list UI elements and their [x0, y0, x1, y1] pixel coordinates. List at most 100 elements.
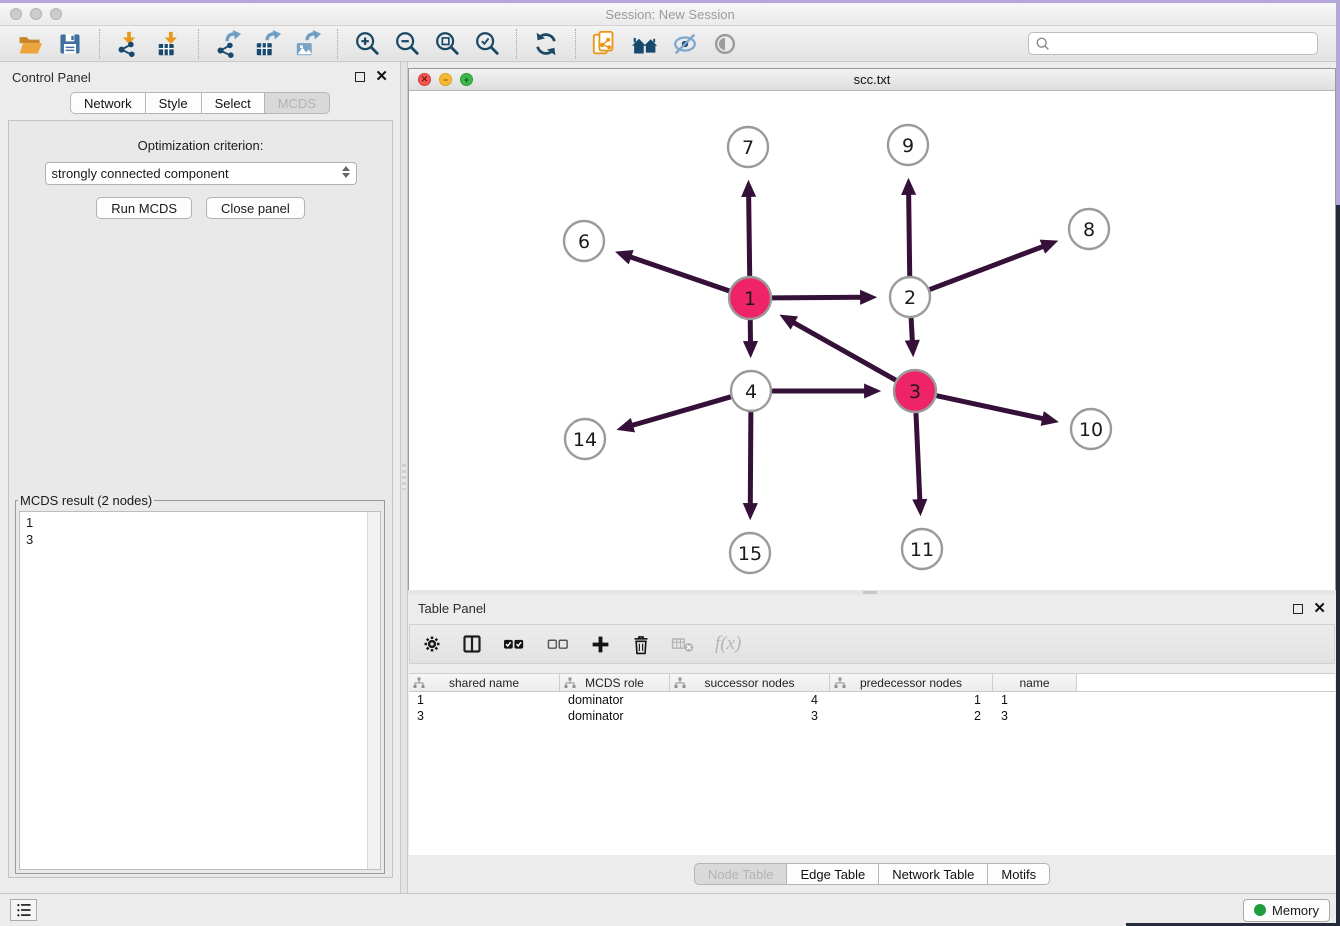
import-network-icon[interactable] — [112, 29, 146, 59]
delete-columns-icon[interactable] — [631, 634, 651, 655]
hide-selected-icon[interactable] — [668, 29, 702, 59]
table-cell[interactable]: 3 — [409, 708, 560, 724]
import-table-icon[interactable] — [152, 29, 186, 59]
graph-node-6[interactable]: 6 — [564, 221, 604, 261]
float-panel-icon[interactable] — [1293, 604, 1303, 614]
graph-edge-3-10[interactable] — [937, 396, 1044, 419]
tab-node-table[interactable]: Node Table — [694, 863, 788, 885]
tab-network[interactable]: Network — [70, 92, 146, 114]
table-cell[interactable]: 2 — [830, 708, 993, 724]
tab-select[interactable]: Select — [202, 92, 265, 114]
network-close-button[interactable]: ✕ — [418, 73, 431, 86]
graph-node-label: 3 — [909, 381, 921, 403]
graph-node-14[interactable]: 14 — [565, 419, 605, 459]
run-mcds-button[interactable]: Run MCDS — [96, 197, 192, 219]
zoom-fit-icon[interactable] — [430, 29, 464, 59]
graph-edge-1-6[interactable] — [630, 257, 729, 291]
search-input[interactable] — [1051, 36, 1311, 52]
table-cell[interactable]: 1 — [830, 692, 993, 708]
table-row[interactable]: 3dominator323 — [409, 708, 1335, 724]
graph-node-2[interactable]: 2 — [890, 277, 930, 317]
network-canvas[interactable]: 7 9 6 8 1 2 4 3 14 10 15 11 — [409, 91, 1335, 590]
column-header-name[interactable]: name — [993, 674, 1077, 691]
tab-motifs[interactable]: Motifs — [988, 863, 1050, 885]
refresh-icon[interactable] — [529, 29, 563, 59]
column-header-MCDS-role[interactable]: MCDS role — [560, 674, 670, 691]
export-network-icon[interactable] — [211, 29, 245, 59]
tree-icon — [564, 677, 576, 689]
table-cell[interactable]: 3 — [670, 708, 830, 724]
tab-edge-table[interactable]: Edge Table — [787, 863, 879, 885]
new-network-from-selection-icon[interactable] — [588, 29, 622, 59]
table-cell[interactable]: dominator — [560, 708, 670, 724]
graph-edge-3-11[interactable] — [916, 413, 920, 500]
graph-edge-2-3[interactable] — [911, 318, 912, 341]
graph-edge-2-9[interactable] — [909, 194, 910, 276]
tab-style[interactable]: Style — [146, 92, 202, 114]
task-history-button[interactable] — [10, 899, 37, 921]
column-header-shared-name[interactable]: shared name — [409, 674, 560, 691]
chevron-up-down-icon — [342, 166, 350, 178]
graph-node-label: 11 — [910, 539, 934, 561]
table-cell[interactable]: 1 — [409, 692, 560, 708]
graph-node-1[interactable]: 1 — [729, 277, 771, 319]
zoom-selected-icon[interactable] — [470, 29, 504, 59]
network-window-titlebar[interactable]: ✕ − + scc.txt — [409, 69, 1335, 91]
table-cell[interactable]: 1 — [993, 692, 1077, 708]
table-options-icon[interactable] — [422, 634, 442, 654]
float-panel-icon[interactable] — [355, 72, 365, 82]
mcds-result-list[interactable]: 1 3 — [19, 511, 381, 870]
graph-node-10[interactable]: 10 — [1071, 409, 1111, 449]
save-session-icon[interactable] — [53, 29, 87, 59]
graph-node-4[interactable]: 4 — [731, 371, 771, 411]
column-header-successor-nodes[interactable]: successor nodes — [670, 674, 830, 691]
table-cell[interactable]: 4 — [670, 692, 830, 708]
graph-node-9[interactable]: 9 — [888, 125, 928, 165]
tab-mcds[interactable]: MCDS — [265, 92, 330, 114]
close-panel-button[interactable]: Close panel — [206, 197, 305, 219]
close-panel-icon[interactable]: ✕ — [1313, 604, 1326, 614]
add-column-icon[interactable] — [590, 634, 611, 655]
network-maximize-button[interactable]: + — [460, 73, 473, 86]
unselect-all-columns-icon[interactable] — [546, 634, 570, 654]
graph-node-8[interactable]: 8 — [1069, 209, 1109, 249]
graph-edge-1-7[interactable] — [749, 196, 750, 276]
graph-edge-4-14[interactable] — [632, 397, 731, 426]
table-cell[interactable]: dominator — [560, 692, 670, 708]
graph-node-15[interactable]: 15 — [730, 533, 770, 573]
zoom-out-icon[interactable] — [390, 29, 424, 59]
table-row[interactable]: 1dominator411 — [409, 692, 1335, 708]
home-icon[interactable] — [628, 29, 662, 59]
show-all-icon[interactable] — [708, 29, 742, 59]
zoom-in-icon[interactable] — [350, 29, 384, 59]
graph-node-label: 9 — [902, 135, 914, 157]
criterion-dropdown[interactable]: strongly connected component — [45, 162, 357, 185]
memory-button[interactable]: Memory — [1243, 899, 1330, 922]
export-image-icon[interactable] — [291, 29, 325, 59]
graph-edge-3-1[interactable] — [794, 323, 896, 381]
graph-node-11[interactable]: 11 — [902, 529, 942, 569]
tab-network-table[interactable]: Network Table — [879, 863, 988, 885]
column-header-predecessor-nodes[interactable]: predecessor nodes — [830, 674, 993, 691]
network-minimize-button[interactable]: − — [439, 73, 452, 86]
control-panel-header: Control Panel ✕ — [0, 62, 400, 92]
export-table-icon[interactable] — [251, 29, 285, 59]
splitter-grip[interactable] — [863, 591, 877, 594]
show-columns-icon[interactable] — [462, 634, 482, 654]
vertical-splitter[interactable] — [400, 62, 408, 893]
graph-edge-4-15[interactable] — [750, 412, 751, 504]
graph-edge-2-8[interactable] — [930, 246, 1044, 289]
result-scrollbar[interactable] — [367, 512, 380, 869]
delete-table-icon[interactable] — [671, 634, 695, 654]
splitter-grip[interactable] — [402, 464, 406, 490]
open-session-icon[interactable] — [13, 29, 47, 59]
function-builder-icon[interactable]: f(x) — [715, 633, 741, 655]
graph-node-7[interactable]: 7 — [728, 127, 768, 167]
select-all-columns-icon[interactable] — [502, 634, 526, 654]
table-panel-header: Table Panel ✕ — [408, 595, 1336, 622]
table-cell[interactable]: 3 — [993, 708, 1077, 724]
search-box[interactable] — [1028, 32, 1318, 55]
graph-edge-1-2[interactable] — [772, 297, 861, 298]
close-panel-icon[interactable]: ✕ — [375, 72, 388, 82]
graph-node-3[interactable]: 3 — [894, 370, 936, 412]
